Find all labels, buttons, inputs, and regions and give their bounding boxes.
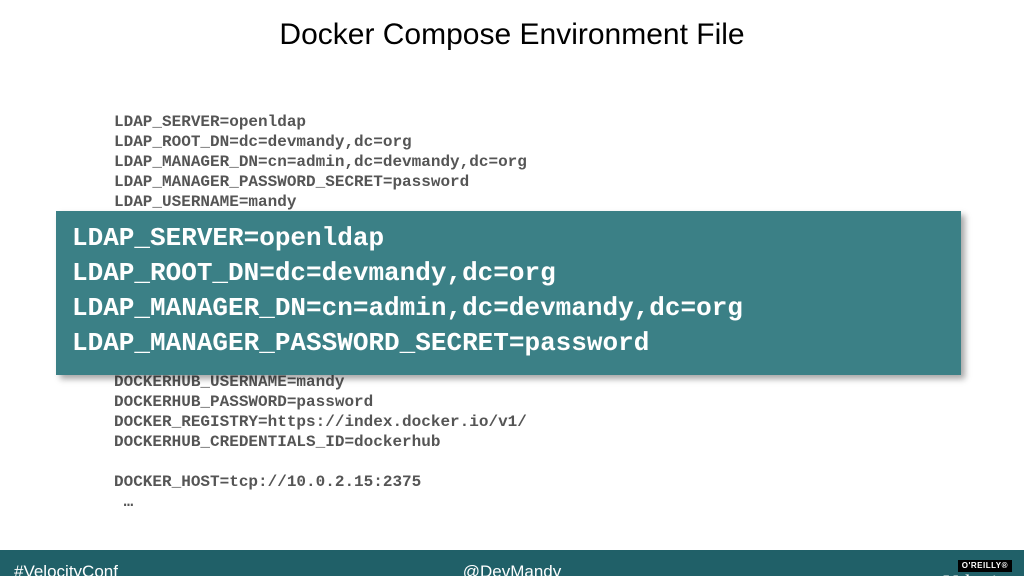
oreilly-velocity-logo: O'REILLY® Velocity (917, 554, 1012, 576)
footer-handle: @DevMandy (0, 562, 1024, 576)
logo-word: Velocity (942, 572, 1012, 576)
highlight-line: LDAP_MANAGER_PASSWORD_SECRET=password (72, 326, 945, 361)
highlight-line: LDAP_SERVER=openldap (72, 221, 945, 256)
slide-title: Docker Compose Environment File (0, 18, 1024, 52)
highlight-line: LDAP_MANAGER_DN=cn=admin,dc=devmandy,dc=… (72, 291, 945, 326)
logo-velocity-text: Velocity (917, 572, 1012, 576)
footer-hashtag: #VelocityConf (14, 562, 118, 576)
highlight-line: LDAP_ROOT_DN=dc=devmandy,dc=org (72, 256, 945, 291)
footer-bar: #VelocityConf @DevMandy O'REILLY® Veloci… (0, 550, 1024, 576)
swirl-icon (914, 569, 942, 576)
highlight-callout: LDAP_SERVER=openldapLDAP_ROOT_DN=dc=devm… (56, 211, 961, 375)
